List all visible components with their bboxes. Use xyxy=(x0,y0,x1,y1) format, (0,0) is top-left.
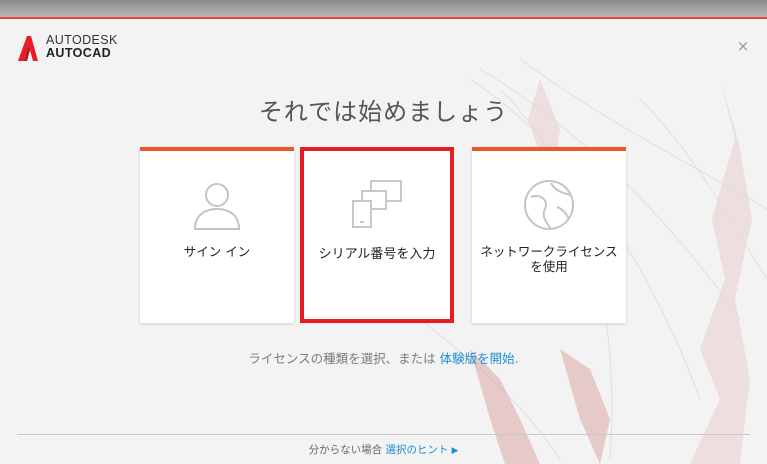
user-icon xyxy=(193,183,241,230)
arrow-right-icon[interactable]: ▶ xyxy=(451,446,458,456)
globe-icon xyxy=(524,180,574,230)
start-trial-link[interactable]: 体験版を開始 xyxy=(440,351,515,366)
selection-hint-link[interactable]: 選択のヒント xyxy=(385,444,448,456)
close-icon[interactable]: × xyxy=(736,39,750,54)
selection-hint: 分からない場合 選択のヒント ▶ xyxy=(0,442,767,457)
use-network-license-label: ネットワークライセンスを使用 xyxy=(480,244,618,274)
autodesk-logo: AUTODESK AUTOCAD xyxy=(16,34,118,62)
footer-divider xyxy=(17,434,750,435)
sign-in-option[interactable]: サイン イン xyxy=(140,147,294,323)
license-dialog: AUTODESK AUTOCAD × それでは始めましょう サイン イン シリア… xyxy=(0,19,767,464)
license-type-prompt: ライセンスの種類を選択、または 体験版を開始. xyxy=(0,348,767,367)
enter-serial-number-label: シリアル番号を入力 xyxy=(318,247,436,262)
devices-icon xyxy=(352,180,402,228)
hint-text: 分からない場合 xyxy=(308,444,386,456)
page-title: それでは始めましょう xyxy=(258,98,509,126)
sign-in-label: サイン イン xyxy=(183,244,251,259)
title-bar xyxy=(0,0,767,17)
autodesk-a-icon xyxy=(18,36,38,61)
brand-line-autocad: AUTOCAD xyxy=(46,46,112,60)
card-accent xyxy=(140,147,294,151)
use-network-license-option[interactable]: ネットワークライセンスを使用 xyxy=(472,147,626,323)
prompt-period: . xyxy=(514,351,519,366)
enter-serial-number-option[interactable]: シリアル番号を入力 xyxy=(300,147,454,323)
license-type-prompt-text: ライセンスの種類を選択、または xyxy=(248,351,440,366)
card-accent xyxy=(472,147,626,151)
